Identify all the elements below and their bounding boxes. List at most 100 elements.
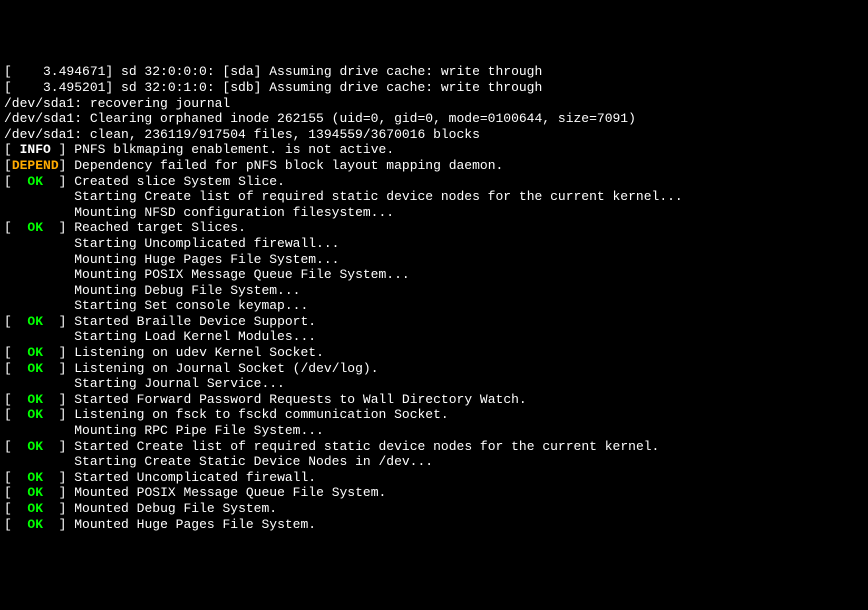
status-pad-left — [12, 345, 28, 360]
indent-pad — [4, 205, 74, 220]
status-tag-ok: OK — [27, 392, 43, 407]
boot-text: Mounted POSIX Message Queue File System. — [74, 485, 386, 500]
boot-line: Starting Journal Service... — [4, 376, 864, 392]
boot-text: Starting Load Kernel Modules... — [74, 329, 316, 344]
indent-pad — [4, 376, 74, 391]
status-pad-left — [12, 142, 20, 157]
status-tag-ok: OK — [27, 439, 43, 454]
status-tag-ok: OK — [27, 174, 43, 189]
status-tag-ok: OK — [27, 470, 43, 485]
boot-line: Mounting Debug File System... — [4, 283, 864, 299]
status-tag-ok: OK — [27, 361, 43, 376]
boot-text: Mounted Debug File System. — [74, 501, 277, 516]
status-tag-info: INFO — [20, 142, 51, 157]
boot-line: [ OK ] Reached target Slices. — [4, 220, 864, 236]
indent-pad — [4, 252, 74, 267]
indent-pad — [4, 454, 74, 469]
status-bracket-right: ] — [59, 517, 75, 532]
indent-pad — [4, 189, 74, 204]
status-bracket-left: [ — [4, 174, 12, 189]
indent-pad — [4, 423, 74, 438]
boot-text: Starting Set console keymap... — [74, 298, 308, 313]
status-pad-right — [43, 314, 59, 329]
boot-text: Mounting POSIX Message Queue File System… — [74, 267, 409, 282]
status-bracket-right: ] — [59, 485, 75, 500]
status-pad-right — [43, 501, 59, 516]
boot-line: [ 3.495201] sd 32:0:1:0: [sdb] Assuming … — [4, 80, 864, 96]
status-pad-right — [43, 392, 59, 407]
boot-line: Starting Load Kernel Modules... — [4, 329, 864, 345]
boot-text: /dev/sda1: clean, 236119/917504 files, 1… — [4, 127, 480, 142]
boot-line: Starting Set console keymap... — [4, 298, 864, 314]
boot-line: [ OK ] Started Uncomplicated firewall. — [4, 470, 864, 486]
boot-line: Starting Uncomplicated firewall... — [4, 236, 864, 252]
status-bracket-left: [ — [4, 485, 12, 500]
status-bracket-left: [ — [4, 361, 12, 376]
status-pad-left — [12, 392, 28, 407]
indent-pad — [4, 298, 74, 313]
boot-text: Starting Create list of required static … — [74, 189, 683, 204]
status-pad-left — [12, 407, 28, 422]
status-bracket-left: [ — [4, 220, 12, 235]
status-bracket-right: ] — [59, 439, 75, 454]
boot-text: Mounting Huge Pages File System... — [74, 252, 339, 267]
status-pad-left — [12, 361, 28, 376]
status-bracket-right: ] — [59, 470, 75, 485]
boot-text: Starting Journal Service... — [74, 376, 285, 391]
status-bracket-right: ] — [59, 501, 75, 516]
status-bracket-left: [ — [4, 439, 12, 454]
boot-text: /dev/sda1: recovering journal — [4, 96, 230, 111]
status-bracket-right: ] — [59, 345, 75, 360]
status-bracket-left: [ — [4, 470, 12, 485]
boot-text: Starting Uncomplicated firewall... — [74, 236, 339, 251]
boot-line: /dev/sda1: recovering journal — [4, 96, 864, 112]
boot-line: Mounting NFSD configuration filesystem..… — [4, 205, 864, 221]
boot-line: [ OK ] Mounted Huge Pages File System. — [4, 517, 864, 533]
status-tag-ok: OK — [27, 407, 43, 422]
status-pad-left — [12, 470, 28, 485]
status-pad-left — [12, 314, 28, 329]
boot-text: Listening on Journal Socket (/dev/log). — [74, 361, 378, 376]
boot-text: Created slice System Slice. — [74, 174, 285, 189]
indent-pad — [4, 283, 74, 298]
boot-text: Started Uncomplicated firewall. — [74, 470, 316, 485]
status-tag-ok: OK — [27, 517, 43, 532]
status-pad-right — [43, 470, 59, 485]
status-tag-ok: OK — [27, 220, 43, 235]
status-bracket-left: [ — [4, 142, 12, 157]
status-bracket-left: [ — [4, 345, 12, 360]
boot-line: Mounting RPC Pipe File System... — [4, 423, 864, 439]
boot-text: /dev/sda1: Clearing orphaned inode 26215… — [4, 111, 636, 126]
boot-line: [ OK ] Started Braille Device Support. — [4, 314, 864, 330]
boot-line: /dev/sda1: Clearing orphaned inode 26215… — [4, 111, 864, 127]
status-pad-right — [43, 485, 59, 500]
boot-text: PNFS blkmaping enablement. is not active… — [74, 142, 394, 157]
boot-text: Starting Create Static Device Nodes in /… — [74, 454, 433, 469]
status-bracket-right: ] — [59, 158, 75, 173]
status-bracket-left: [ — [4, 314, 12, 329]
status-pad-right — [43, 345, 59, 360]
status-pad-left — [12, 439, 28, 454]
status-tag-ok: OK — [27, 501, 43, 516]
status-pad-left — [12, 174, 28, 189]
status-tag-ok: OK — [27, 485, 43, 500]
status-pad-right — [43, 517, 59, 532]
status-pad-right — [43, 407, 59, 422]
status-bracket-right: ] — [59, 142, 75, 157]
boot-line: Mounting POSIX Message Queue File System… — [4, 267, 864, 283]
status-bracket-left: [ — [4, 407, 12, 422]
boot-line: [ OK ] Listening on fsck to fsckd commun… — [4, 407, 864, 423]
status-pad-right — [43, 220, 59, 235]
status-bracket-right: ] — [59, 220, 75, 235]
boot-text: Reached target Slices. — [74, 220, 246, 235]
boot-line: Starting Create list of required static … — [4, 189, 864, 205]
status-bracket-left: [ — [4, 392, 12, 407]
status-tag-ok: OK — [27, 345, 43, 360]
status-pad-right — [43, 361, 59, 376]
status-pad-left — [12, 485, 28, 500]
status-tag-ok: OK — [27, 314, 43, 329]
boot-text: Listening on fsck to fsckd communication… — [74, 407, 448, 422]
boot-line: [ OK ] Listening on Journal Socket (/dev… — [4, 361, 864, 377]
status-pad-right — [43, 174, 59, 189]
status-pad-right — [51, 142, 59, 157]
